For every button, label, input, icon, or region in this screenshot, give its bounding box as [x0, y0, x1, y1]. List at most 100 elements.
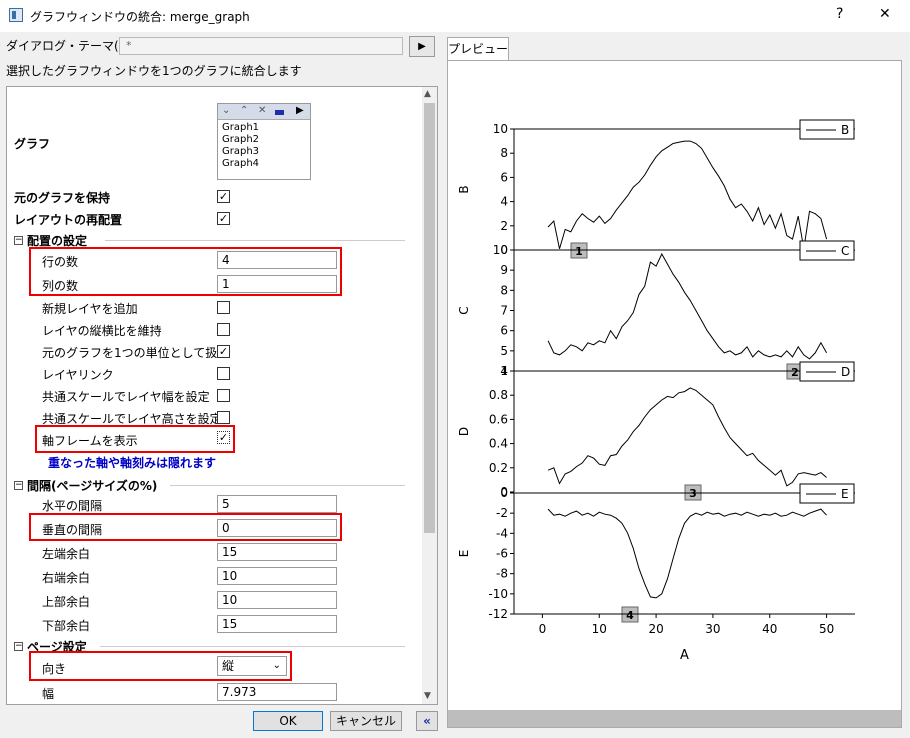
option-label: 共通スケールでレイヤ幅を設定: [42, 390, 210, 404]
highlight-box: [29, 651, 292, 681]
option-checkbox[interactable]: [217, 367, 230, 380]
y-tick-label: 6: [500, 324, 508, 338]
option-checkbox[interactable]: [217, 411, 230, 424]
spacing-input[interactable]: 15: [217, 543, 337, 561]
theme-field[interactable]: *: [119, 37, 403, 55]
collapse-preview-button[interactable]: «: [416, 711, 438, 731]
y-axis-label: B: [457, 185, 471, 193]
y-tick-label: 5: [500, 344, 508, 358]
collapse-arrange-icon[interactable]: −: [14, 236, 23, 245]
select-all-icon[interactable]: [275, 110, 284, 115]
remove-icon[interactable]: ✕: [258, 105, 266, 116]
option-label: 新規レイヤを追加: [42, 302, 138, 316]
tab-preview[interactable]: プレビュー: [447, 37, 509, 61]
series-line: [547, 252, 828, 360]
layer-badge-label: 2: [791, 366, 799, 379]
y-tick-label: -12: [488, 607, 508, 621]
option-label: 元のグラフを1つの単位として扱う: [42, 346, 230, 360]
y-tick-label: 0.8: [489, 388, 508, 402]
cancel-button[interactable]: キャンセル: [330, 711, 402, 731]
spacing-label: 水平の間隔: [42, 499, 103, 513]
spacing-input[interactable]: 10: [217, 591, 337, 609]
legend-label: B: [841, 123, 849, 137]
x-tick-label: 20: [648, 622, 663, 636]
y-tick-label: 4: [500, 195, 508, 209]
help-button[interactable]: ?: [836, 6, 843, 22]
highlight-box: [29, 247, 342, 296]
x-tick-label: 40: [762, 622, 777, 636]
spacing-label: 上部余白: [42, 595, 91, 609]
legend-label: C: [841, 244, 849, 258]
y-tick-label: -6: [496, 547, 508, 561]
graph-list-item[interactable]: Graph4: [222, 158, 259, 169]
option-checkbox[interactable]: [217, 389, 230, 402]
graph-list-item[interactable]: Graph3: [222, 146, 259, 157]
y-tick-label: -4: [496, 526, 508, 540]
ok-button[interactable]: OK: [253, 711, 323, 731]
graph-list-item[interactable]: Graph1: [222, 122, 259, 133]
y-tick-label: -2: [496, 506, 508, 520]
graph-label: グラフ: [14, 137, 51, 151]
y-tick-label: 0: [500, 486, 508, 500]
scroll-up-icon[interactable]: ▲: [424, 89, 431, 99]
legend-label: E: [841, 487, 849, 501]
highlight-box: [29, 513, 342, 541]
group-divider: [170, 485, 405, 486]
x-tick-label: 0: [539, 622, 547, 636]
spacing-header: 間隔(ページサイズの%): [27, 479, 158, 493]
relayout-checkbox[interactable]: ✓: [217, 212, 230, 225]
spacing-label: 左端余白: [42, 547, 91, 561]
option-label: レイヤの縦横比を維持: [42, 324, 162, 338]
y-tick-label: 10: [493, 122, 508, 136]
option-checkbox[interactable]: [217, 323, 230, 336]
y-tick-label: 8: [500, 283, 508, 297]
spacing-input[interactable]: 10: [217, 567, 337, 585]
preview-scrollbar[interactable]: [448, 710, 901, 727]
option-checkbox[interactable]: ✓: [217, 345, 230, 358]
y-tick-label: 9: [500, 263, 508, 277]
option-label: レイヤリンク: [42, 368, 114, 382]
graph-list-item[interactable]: Graph2: [222, 134, 259, 145]
series-line: [547, 508, 827, 599]
close-button[interactable]: ✕: [879, 6, 891, 22]
group-divider: [105, 240, 405, 241]
x-tick-label: 50: [819, 622, 834, 636]
spacing-input[interactable]: 5: [217, 495, 337, 513]
option-checkbox[interactable]: [217, 301, 230, 314]
y-tick-label: 0.4: [489, 437, 508, 451]
y-tick-label: 2: [500, 219, 508, 233]
legend-label: D: [841, 365, 850, 379]
add-graph-icon[interactable]: ▶: [296, 105, 304, 116]
window-icon: [9, 8, 23, 22]
keep-source-checkbox[interactable]: ✓: [217, 190, 230, 203]
keep-source-label: 元のグラフを保持: [14, 191, 111, 205]
series-line: [547, 387, 827, 487]
spacing-input[interactable]: 15: [217, 615, 337, 633]
overlap-note: 重なった軸や軸刻みは隠れます: [48, 456, 217, 470]
x-axis-label: A: [680, 648, 689, 663]
series-line: [547, 140, 828, 249]
spacing-label: 下部余白: [42, 619, 91, 633]
y-tick-label: 8: [500, 146, 508, 160]
y-tick-label: -8: [496, 567, 508, 581]
window-title: グラフウィンドウの統合: merge_graph: [30, 10, 250, 24]
theme-label: ダイアログ・テーマ(H): [6, 39, 133, 53]
scroll-down-icon[interactable]: ▼: [424, 691, 431, 701]
y-axis-label: E: [457, 550, 471, 558]
move-down-icon[interactable]: ⌄: [222, 105, 230, 116]
theme-arrow-button[interactable]: ▶: [409, 36, 435, 57]
scroll-thumb[interactable]: [424, 103, 435, 533]
y-tick-label: 7: [500, 304, 508, 318]
x-tick-label: 30: [705, 622, 720, 636]
width-input[interactable]: 7.973: [217, 683, 337, 701]
highlight-box: [35, 425, 235, 453]
collapse-spacing-icon[interactable]: −: [14, 481, 23, 490]
y-tick-label: 1: [500, 364, 508, 378]
collapse-page-icon[interactable]: −: [14, 642, 23, 651]
layer-badge-label: 4: [626, 609, 634, 622]
move-up-icon[interactable]: ⌃: [240, 105, 248, 116]
description-text: 選択したグラフウィンドウを1つのグラフに統合します: [6, 64, 302, 78]
y-tick-label: 0.2: [489, 461, 508, 475]
y-tick-label: -10: [488, 587, 508, 601]
y-tick-label: 0.6: [489, 412, 508, 426]
